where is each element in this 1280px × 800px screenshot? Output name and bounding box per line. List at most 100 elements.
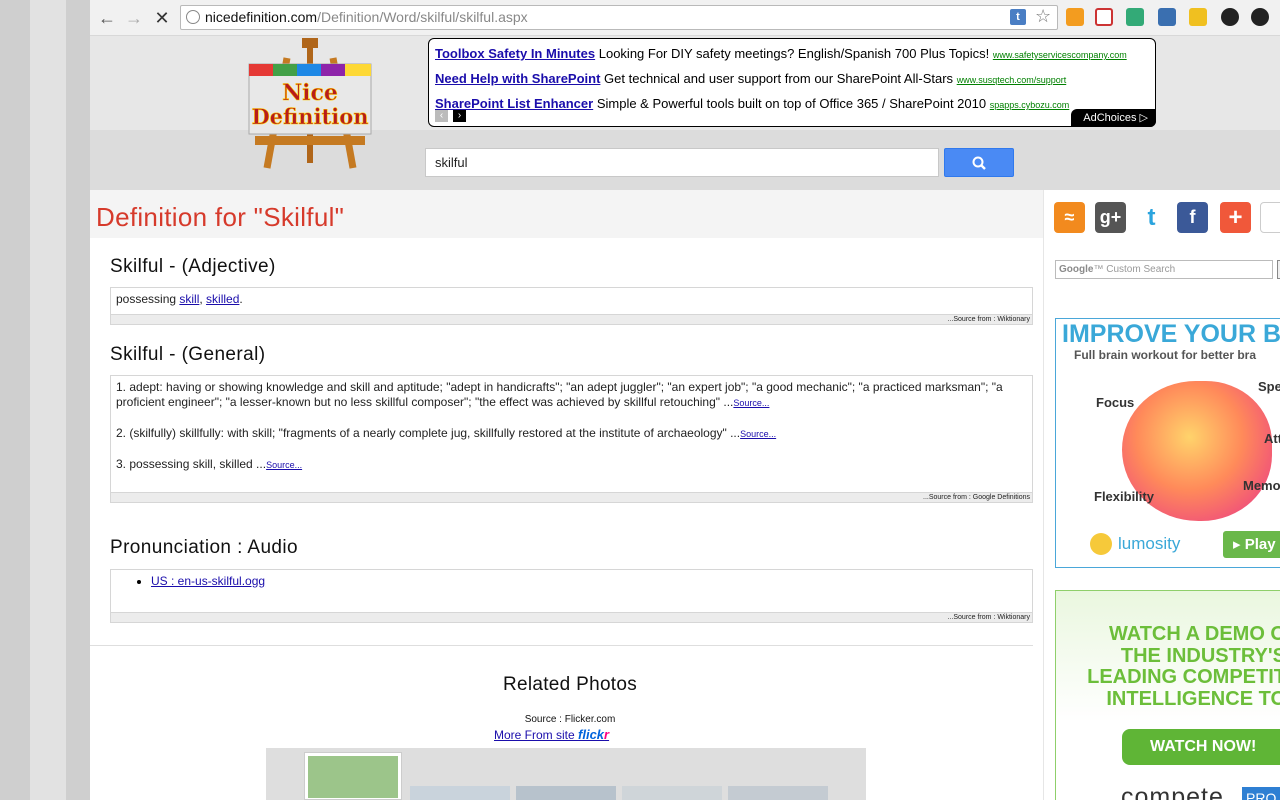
definition-box: possessing skill, skilled. ...Source fro… (110, 287, 1033, 325)
browser-toolbar: ← → ✕ nicedefinition.com/Definition/Word… (90, 0, 1280, 36)
svg-text:Nice: Nice (282, 80, 338, 106)
ad-subheadline: Full brain workout for better bra (1074, 348, 1257, 362)
ad-domain-link[interactable]: spapps.cybozu.com (990, 100, 1070, 110)
definition-link-skilled[interactable]: skilled (206, 292, 239, 306)
ad-text: Get technical and user support from our … (604, 71, 954, 86)
custom-search-input[interactable]: Google™ Custom Search (1055, 260, 1273, 279)
lumosity-ad[interactable]: IMPROVE YOUR B Full brain workout for be… (1055, 318, 1280, 568)
section-heading: Skilful - (Adjective) (110, 256, 276, 277)
text-ad-unit: Toolbox Safety In Minutes Looking For DI… (428, 38, 1156, 127)
definition-box: 1. adept: having or showing knowledge an… (110, 375, 1033, 503)
definition-item-text: 1. adept: having or showing knowledge an… (116, 380, 1003, 409)
globe-icon (186, 10, 200, 24)
source-bar: ...Source from : Google Definitions (111, 492, 1032, 502)
source-link[interactable]: Source... (733, 398, 769, 408)
audio-link[interactable]: US : en-us-skilful.ogg (151, 574, 265, 588)
section-heading: Pronunciation : Audio (110, 537, 298, 558)
ad-next-icon[interactable]: › (453, 110, 466, 122)
definition-text: 1. adept: having or showing knowledge an… (111, 376, 1032, 473)
ad-title-link[interactable]: Toolbox Safety In Minutes (435, 46, 595, 61)
adchoices-button[interactable]: AdChoices ▷ (1071, 109, 1156, 127)
site-logo[interactable]: Nice Definition (247, 38, 373, 173)
soccer-ball-icon[interactable] (1251, 8, 1269, 26)
photo-thumbnail[interactable] (622, 786, 722, 800)
definition-item: 3. possessing skill, skilled ...Source..… (116, 457, 1027, 473)
lumosity-logo-icon (1090, 533, 1112, 555)
source-link[interactable]: Source... (740, 429, 776, 439)
definition-item: 2. (skilfully) skillfully: with skill; "… (116, 426, 1027, 442)
rss-icon[interactable]: ≈ (1054, 202, 1085, 233)
search-button[interactable] (944, 148, 1014, 177)
desktop-gutter (0, 0, 90, 800)
adchoices-label: AdChoices (1083, 112, 1137, 124)
blogger-icon[interactable] (1066, 8, 1084, 26)
ad-headline: WATCH A DEMO O THE INDUSTRY'S LEADING CO… (1087, 623, 1280, 710)
photo-thumbnail[interactable] (410, 786, 510, 800)
ad-prev-icon[interactable]: ‹ (435, 110, 448, 122)
translate-icon[interactable] (1126, 8, 1144, 26)
source-link[interactable]: Source... (266, 460, 302, 470)
toolbar-t-icon[interactable]: t (1010, 9, 1026, 25)
more-photos-link[interactable]: More From site flickr (494, 727, 609, 742)
list-item: US : en-us-skilful.ogg (151, 573, 1032, 589)
photo-thumbnail[interactable] (728, 786, 828, 800)
more-photos-label: More From site (494, 728, 579, 742)
address-bar[interactable]: nicedefinition.com/Definition/Word/skilf… (180, 5, 1058, 30)
definition-suffix: . (239, 292, 243, 306)
watch-now-button[interactable]: WATCH NOW! (1122, 729, 1280, 765)
google-plus-icon[interactable]: g+ (1095, 202, 1126, 233)
ad-domain-link[interactable]: www.susqtech.com/support (957, 75, 1067, 85)
star-icon[interactable]: ☆ (1035, 6, 1051, 27)
definition-item-text: 2. (skilfully) skillfully: with skill; "… (116, 426, 741, 440)
twitter-icon[interactable]: t (1136, 202, 1167, 233)
definition-prefix: possessing (116, 292, 180, 306)
forward-icon[interactable]: → (123, 7, 145, 29)
ad-title-link[interactable]: Need Help with SharePoint (435, 71, 600, 86)
soccer-ball-icon[interactable] (1221, 8, 1239, 26)
back-icon[interactable]: ← (96, 7, 118, 29)
compete-logo: compete (1121, 783, 1224, 800)
ad-domain-link[interactable]: www.safetyservicescompany.com (993, 50, 1127, 60)
source-bar: ...Source from : Wiktionary (111, 314, 1032, 324)
photo-strip (266, 748, 866, 800)
gutter-stripe (30, 0, 66, 800)
share-counter (1260, 202, 1280, 233)
custom-search-placeholder: Custom Search (1106, 264, 1176, 275)
ad-label: Flexibility (1094, 489, 1154, 504)
ad-label: Memo (1243, 478, 1280, 493)
ad-text: Looking For DIY safety meetings? English… (598, 46, 990, 61)
right-sidebar: ≈ g+ t f + Google™ Custom Search IMPROVE… (1043, 190, 1280, 800)
url-path: /Definition/Word/skilful/skilful.aspx (317, 9, 528, 25)
photo-image (308, 756, 398, 798)
ad-line: Need Help with SharePoint Get technical … (435, 67, 1149, 92)
compete-ad[interactable]: WATCH A DEMO O THE INDUSTRY'S LEADING CO… (1055, 590, 1280, 800)
photo-thumbnail[interactable] (304, 752, 402, 800)
main-content: Definition for "Skilful" Skilful - (Adje… (90, 190, 1043, 800)
flickr-logo: flickr (578, 727, 609, 742)
stop-icon[interactable]: ✕ (151, 7, 173, 29)
play-button[interactable]: ▸ Play (1223, 531, 1280, 558)
phone-icon[interactable] (1189, 8, 1207, 26)
screenshot-icon[interactable] (1158, 8, 1176, 26)
addthis-icon[interactable]: + (1220, 202, 1251, 233)
facebook-icon[interactable]: f (1177, 202, 1208, 233)
ad-line: SharePoint List Enhancer Simple & Powerf… (435, 92, 1149, 117)
pronunciation-box: US : en-us-skilful.ogg ...Source from : … (110, 569, 1033, 623)
ad-label: Spe (1258, 379, 1280, 394)
ad-label: Att (1264, 431, 1280, 446)
ad-label: Focus (1096, 395, 1135, 410)
gmail-icon[interactable] (1095, 8, 1113, 26)
ad-headline: IMPROVE YOUR B (1062, 320, 1280, 348)
svg-text:Definition: Definition (251, 104, 368, 129)
flickr-logo-part-1: flick (578, 727, 605, 742)
site-header: Nice Definition Toolbox Safety In Minute… (90, 36, 1280, 190)
google-brand: Google (1059, 264, 1094, 275)
ad-text: Simple & Powerful tools built on top of … (596, 96, 987, 111)
ad-title-link[interactable]: SharePoint List Enhancer (435, 96, 593, 111)
photo-thumbnail[interactable] (516, 786, 616, 800)
definition-item: 1. adept: having or showing knowledge an… (116, 380, 1027, 411)
definition-link-skill[interactable]: skill (179, 292, 199, 306)
search-input[interactable]: skilful (425, 148, 939, 177)
